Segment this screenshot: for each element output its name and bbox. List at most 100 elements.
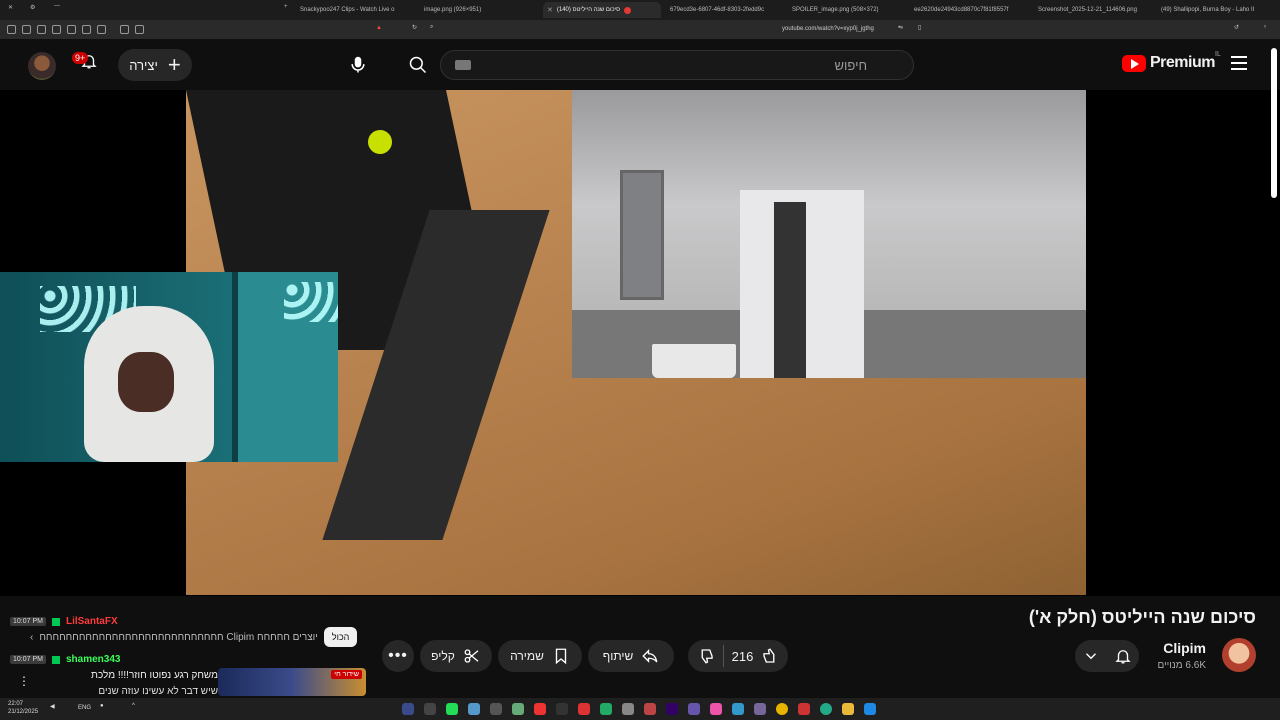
- bell-icon: [1115, 650, 1131, 664]
- clip-button[interactable]: קליפ: [420, 640, 492, 672]
- app-icon[interactable]: [688, 703, 700, 715]
- app-icon[interactable]: [578, 703, 590, 715]
- app-icon[interactable]: [512, 703, 524, 715]
- search-icon: [409, 56, 427, 74]
- browser-tab[interactable]: image.png (926×951): [420, 2, 535, 18]
- dislike-icon[interactable]: [697, 647, 715, 665]
- translate-icon[interactable]: ⇋: [898, 24, 903, 31]
- browser-tab[interactable]: Screenshot_2025-12-21_114606.png: [1034, 2, 1152, 18]
- keyboard-icon[interactable]: [455, 60, 471, 70]
- new-tab-icon[interactable]: +: [284, 4, 288, 10]
- system-clock[interactable]: 22:07 21/12/2025: [8, 700, 38, 716]
- create-button[interactable]: יצירה +: [118, 49, 192, 81]
- address-bar-url[interactable]: youtube.com/watch?v=xyp0j_jgthg: [782, 26, 874, 32]
- app-icon[interactable]: [732, 703, 744, 715]
- screenshot-icon[interactable]: [120, 25, 129, 34]
- clock-date: 21/12/2025: [8, 709, 39, 715]
- app-icon[interactable]: [490, 703, 502, 715]
- app-icon[interactable]: [424, 703, 436, 715]
- more-vert-icon[interactable]: ⋮: [18, 674, 30, 688]
- browser-tab-active[interactable]: ✕ (140) סיכום שנה הייליטס: [543, 2, 661, 18]
- page-scrollbar[interactable]: [1270, 44, 1278, 696]
- video-player[interactable]: [0, 90, 1280, 596]
- tab-title: image.png (926×951): [424, 7, 482, 13]
- tab-title: ee2620de24943cd8870c7f81f8557f: [914, 7, 1009, 13]
- download-icon[interactable]: [97, 25, 106, 34]
- app-icon[interactable]: [556, 703, 568, 715]
- brave-icon[interactable]: [798, 703, 810, 715]
- chrome-icon[interactable]: [776, 703, 788, 715]
- window-close-icon[interactable]: ✕: [8, 4, 13, 11]
- app-icon[interactable]: [710, 703, 722, 715]
- chip-scroll-left-icon[interactable]: ‹: [30, 632, 33, 643]
- music-icon[interactable]: [82, 25, 91, 34]
- os-taskbar: 22:07 21/12/2025 ENG ◀ ● ^: [0, 698, 1280, 720]
- recommended-thumbnail[interactable]: שידור חי: [218, 668, 366, 696]
- channel-avatar[interactable]: [1222, 638, 1256, 672]
- audio-playing-icon: [624, 6, 632, 14]
- clip-label: קליפ: [431, 649, 455, 663]
- shield-icon[interactable]: [22, 25, 31, 34]
- country-code: IL: [1215, 51, 1221, 58]
- back-icon[interactable]: ↺: [1234, 24, 1239, 31]
- speaker-icon[interactable]: ◀: [50, 703, 55, 710]
- menu-icon[interactable]: [1231, 56, 1247, 70]
- tab-title: Screenshot_2025-12-21_114606.png: [1038, 7, 1137, 13]
- menu-icon[interactable]: [7, 25, 16, 34]
- app-icon[interactable]: [534, 703, 546, 715]
- chat-icon[interactable]: [135, 25, 144, 34]
- tray-chevron-icon[interactable]: ^: [132, 703, 135, 709]
- close-tab-icon[interactable]: ✕: [547, 6, 553, 14]
- share-icon: [642, 649, 658, 663]
- subscribed-button[interactable]: [1075, 640, 1139, 672]
- forward-icon[interactable]: ›: [1264, 24, 1266, 30]
- brand-name: Premium: [1150, 54, 1215, 71]
- warning-icon[interactable]: ▲: [376, 25, 382, 31]
- channel-name[interactable]: Clipim: [1163, 640, 1206, 656]
- browser-tab[interactable]: ee2620de24943cd8870c7f81f8557f: [910, 2, 1022, 18]
- search-button[interactable]: [398, 50, 438, 80]
- minimize-icon[interactable]: —: [54, 3, 60, 9]
- save-button[interactable]: שמירה: [498, 640, 582, 672]
- youtube-play-icon: [1122, 54, 1146, 72]
- browser-tab[interactable]: SPOILER_image.png (508×372): [788, 2, 892, 18]
- share-button[interactable]: שיתוף: [588, 640, 674, 672]
- chat-message: 10:07 PM shamen343: [10, 654, 120, 665]
- voice-search-button[interactable]: [340, 48, 376, 82]
- settings-icon[interactable]: ⚙: [30, 4, 35, 11]
- app-icon[interactable]: [754, 703, 766, 715]
- video-title: סיכום שנה הייליטס (חלק א'): [1028, 607, 1256, 627]
- app-icon[interactable]: [402, 703, 414, 715]
- youtube-premium-logo[interactable]: Premium IL: [1122, 51, 1221, 72]
- browser-tab[interactable]: 679ecd3e-6807-46df-8303-2fedd9c: [666, 2, 784, 18]
- reload-icon[interactable]: ↻: [412, 24, 417, 31]
- edge-icon[interactable]: [820, 703, 832, 715]
- pen-icon[interactable]: [37, 25, 46, 34]
- search-icon[interactable]: ⌕: [430, 24, 433, 31]
- chips-text[interactable]: חחחחחחחחחחחחחחחחחחחחחחחחחחחח Clipim יוצר…: [39, 632, 318, 643]
- app-icon[interactable]: [446, 703, 458, 715]
- like-dislike-bar: 216: [688, 640, 788, 672]
- app-icon[interactable]: [644, 703, 656, 715]
- mic-tray-icon[interactable]: ●: [100, 703, 104, 709]
- folder-icon[interactable]: [842, 703, 854, 715]
- search-input[interactable]: [441, 51, 881, 79]
- bookmark-icon[interactable]: ▯: [918, 24, 921, 31]
- layout-icon[interactable]: [67, 25, 76, 34]
- app-icon[interactable]: [468, 703, 480, 715]
- language-indicator[interactable]: ENG: [78, 705, 91, 711]
- app-icon[interactable]: [622, 703, 634, 715]
- chevron-down-icon: [1086, 653, 1096, 660]
- account-avatar[interactable]: [28, 52, 56, 80]
- browser-tab[interactable]: Snackypoo247 Clips - Watch Live o: [296, 2, 416, 18]
- like-icon[interactable]: [761, 647, 779, 665]
- windows-start-icon[interactable]: [864, 703, 876, 715]
- sidebar-icon[interactable]: [52, 25, 61, 34]
- microphone-icon: [351, 56, 365, 73]
- app-icon[interactable]: [600, 703, 612, 715]
- chip-all[interactable]: הכול: [323, 627, 358, 647]
- app-icon[interactable]: [666, 703, 678, 715]
- browser-tab[interactable]: (49) Shallipopi, Burna Boy - Laho II: [1157, 2, 1269, 18]
- live-badge: שידור חי: [331, 670, 362, 679]
- browser-tab-strip: ✕ ⚙ — + Snackypoo247 Clips - Watch Live …: [0, 0, 1280, 20]
